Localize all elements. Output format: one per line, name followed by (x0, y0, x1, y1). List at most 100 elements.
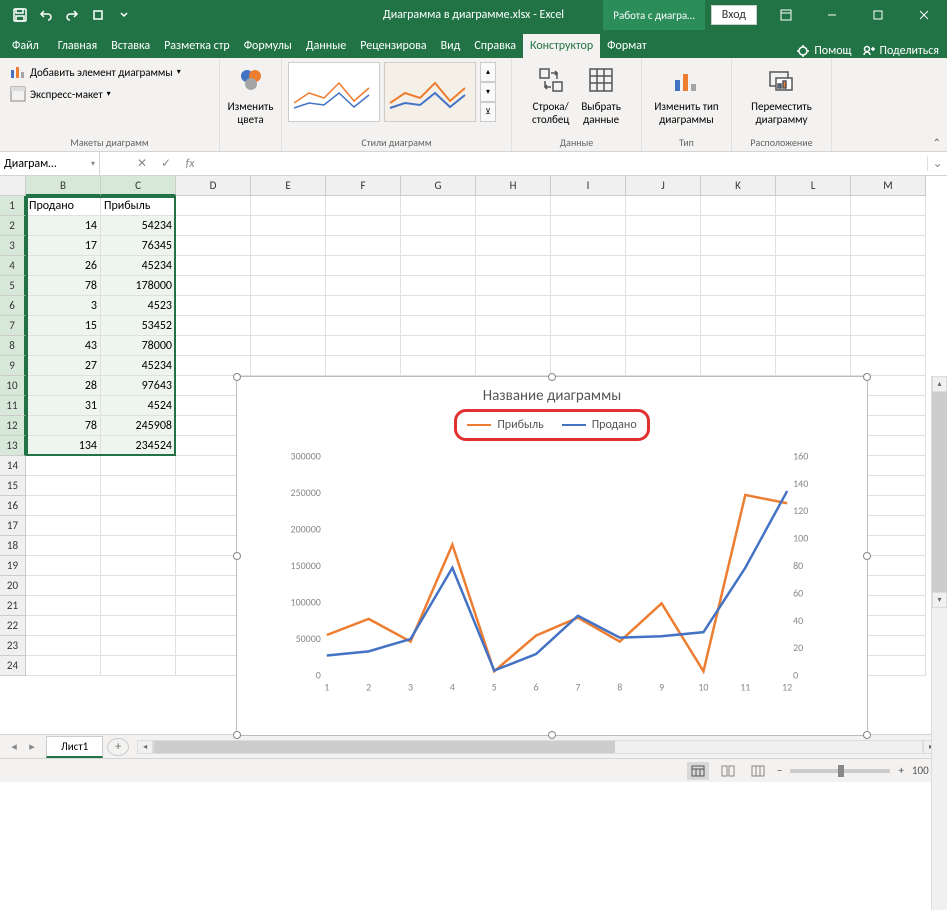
cell[interactable] (626, 216, 701, 236)
cell[interactable] (251, 236, 326, 256)
cell[interactable] (851, 256, 926, 276)
cell[interactable]: 54234 (101, 216, 176, 236)
cell[interactable]: 134 (26, 436, 101, 456)
cell[interactable] (476, 316, 551, 336)
cell[interactable] (101, 656, 176, 676)
row-header[interactable]: 6 (0, 296, 26, 316)
column-header[interactable]: M (851, 176, 926, 196)
insert-function-button[interactable]: fx (178, 152, 202, 175)
chart-style-2[interactable] (384, 62, 476, 122)
column-header[interactable]: G (401, 176, 476, 196)
zoom-out-button[interactable]: − (777, 764, 782, 777)
cell[interactable]: 97643 (101, 376, 176, 396)
row-header[interactable]: 8 (0, 336, 26, 356)
tab-page-layout[interactable]: Разметка стр (157, 34, 237, 58)
scroll-thumb[interactable] (932, 392, 947, 592)
cell[interactable] (551, 316, 626, 336)
cell[interactable] (401, 356, 476, 376)
maximize-button[interactable] (855, 0, 901, 30)
cell[interactable] (176, 256, 251, 276)
cell[interactable] (776, 356, 851, 376)
cell[interactable] (626, 196, 701, 216)
column-header[interactable]: H (476, 176, 551, 196)
tab-format[interactable]: Формат (600, 34, 653, 58)
cell[interactable] (176, 316, 251, 336)
redo-button[interactable] (60, 3, 84, 27)
cell[interactable] (701, 296, 776, 316)
styles-more[interactable]: ⊻ (480, 102, 496, 122)
cell[interactable] (326, 336, 401, 356)
cell[interactable] (476, 356, 551, 376)
row-header[interactable]: 23 (0, 636, 26, 656)
cell[interactable] (176, 196, 251, 216)
cancel-formula-button[interactable]: ✕ (130, 152, 154, 175)
cell[interactable] (326, 316, 401, 336)
expand-formula-bar-button[interactable]: ⌄ (927, 156, 947, 171)
column-header[interactable]: B (26, 176, 101, 196)
collapse-ribbon-button[interactable]: ⌃ (933, 136, 941, 149)
cell[interactable] (26, 616, 101, 636)
cell[interactable]: Прибыль (101, 196, 176, 216)
cell[interactable]: 4524 (101, 396, 176, 416)
resize-handle[interactable] (863, 731, 871, 739)
chart-title[interactable]: Название диаграммы (237, 377, 867, 405)
row-header[interactable]: 13 (0, 436, 26, 456)
cell[interactable] (551, 356, 626, 376)
cell[interactable] (26, 496, 101, 516)
add-chart-element-button[interactable]: Добавить элемент диаграммы▾ (6, 62, 185, 82)
sheet-nav-next[interactable]: ▸ (24, 740, 40, 753)
cell[interactable] (251, 336, 326, 356)
cell[interactable] (701, 216, 776, 236)
select-data-button[interactable]: Выбрать данные (577, 62, 625, 128)
cell[interactable] (176, 236, 251, 256)
cell[interactable] (551, 296, 626, 316)
row-header[interactable]: 5 (0, 276, 26, 296)
cell[interactable] (251, 316, 326, 336)
cell[interactable]: 4523 (101, 296, 176, 316)
resize-handle[interactable] (233, 373, 241, 381)
row-header[interactable]: 19 (0, 556, 26, 576)
cell[interactable] (326, 236, 401, 256)
cell[interactable] (26, 596, 101, 616)
tab-file[interactable]: Файл (0, 34, 51, 58)
cell[interactable]: 78 (26, 276, 101, 296)
row-header[interactable]: 9 (0, 356, 26, 376)
cell[interactable] (701, 276, 776, 296)
change-colors-button[interactable]: Изменить цвета (224, 62, 278, 128)
cell[interactable]: 45234 (101, 256, 176, 276)
cell[interactable] (26, 576, 101, 596)
minimize-button[interactable] (809, 0, 855, 30)
cell[interactable] (101, 456, 176, 476)
scroll-down-button[interactable]: ▾ (932, 592, 947, 608)
cell[interactable] (776, 336, 851, 356)
row-header[interactable]: 22 (0, 616, 26, 636)
cell[interactable] (851, 336, 926, 356)
cell[interactable] (551, 216, 626, 236)
row-header[interactable]: 14 (0, 456, 26, 476)
cell[interactable] (251, 296, 326, 316)
cell[interactable] (626, 296, 701, 316)
cell[interactable] (626, 276, 701, 296)
page-break-view-button[interactable] (747, 762, 769, 780)
column-header[interactable]: L (776, 176, 851, 196)
save-button[interactable] (8, 3, 32, 27)
cell[interactable] (626, 356, 701, 376)
quick-layout-button[interactable]: Экспресс-макет▾ (6, 84, 115, 104)
row-header[interactable]: 4 (0, 256, 26, 276)
tab-data[interactable]: Данные (299, 34, 353, 58)
row-header[interactable]: 20 (0, 576, 26, 596)
vertical-scrollbar[interactable]: ▴ ▾ (931, 376, 947, 910)
resize-handle[interactable] (548, 731, 556, 739)
cell[interactable] (851, 296, 926, 316)
tab-home[interactable]: Главная (51, 34, 104, 58)
undo-button[interactable] (34, 3, 58, 27)
cell[interactable]: 53452 (101, 316, 176, 336)
cell[interactable] (401, 276, 476, 296)
chart-plot-area[interactable]: 0500001000001500002000002500003000000204… (277, 445, 827, 705)
cell[interactable]: 3 (26, 296, 101, 316)
cell[interactable] (101, 576, 176, 596)
ribbon-display-options[interactable] (763, 0, 809, 30)
cell[interactable] (251, 216, 326, 236)
cell[interactable] (776, 236, 851, 256)
cell[interactable] (251, 356, 326, 376)
